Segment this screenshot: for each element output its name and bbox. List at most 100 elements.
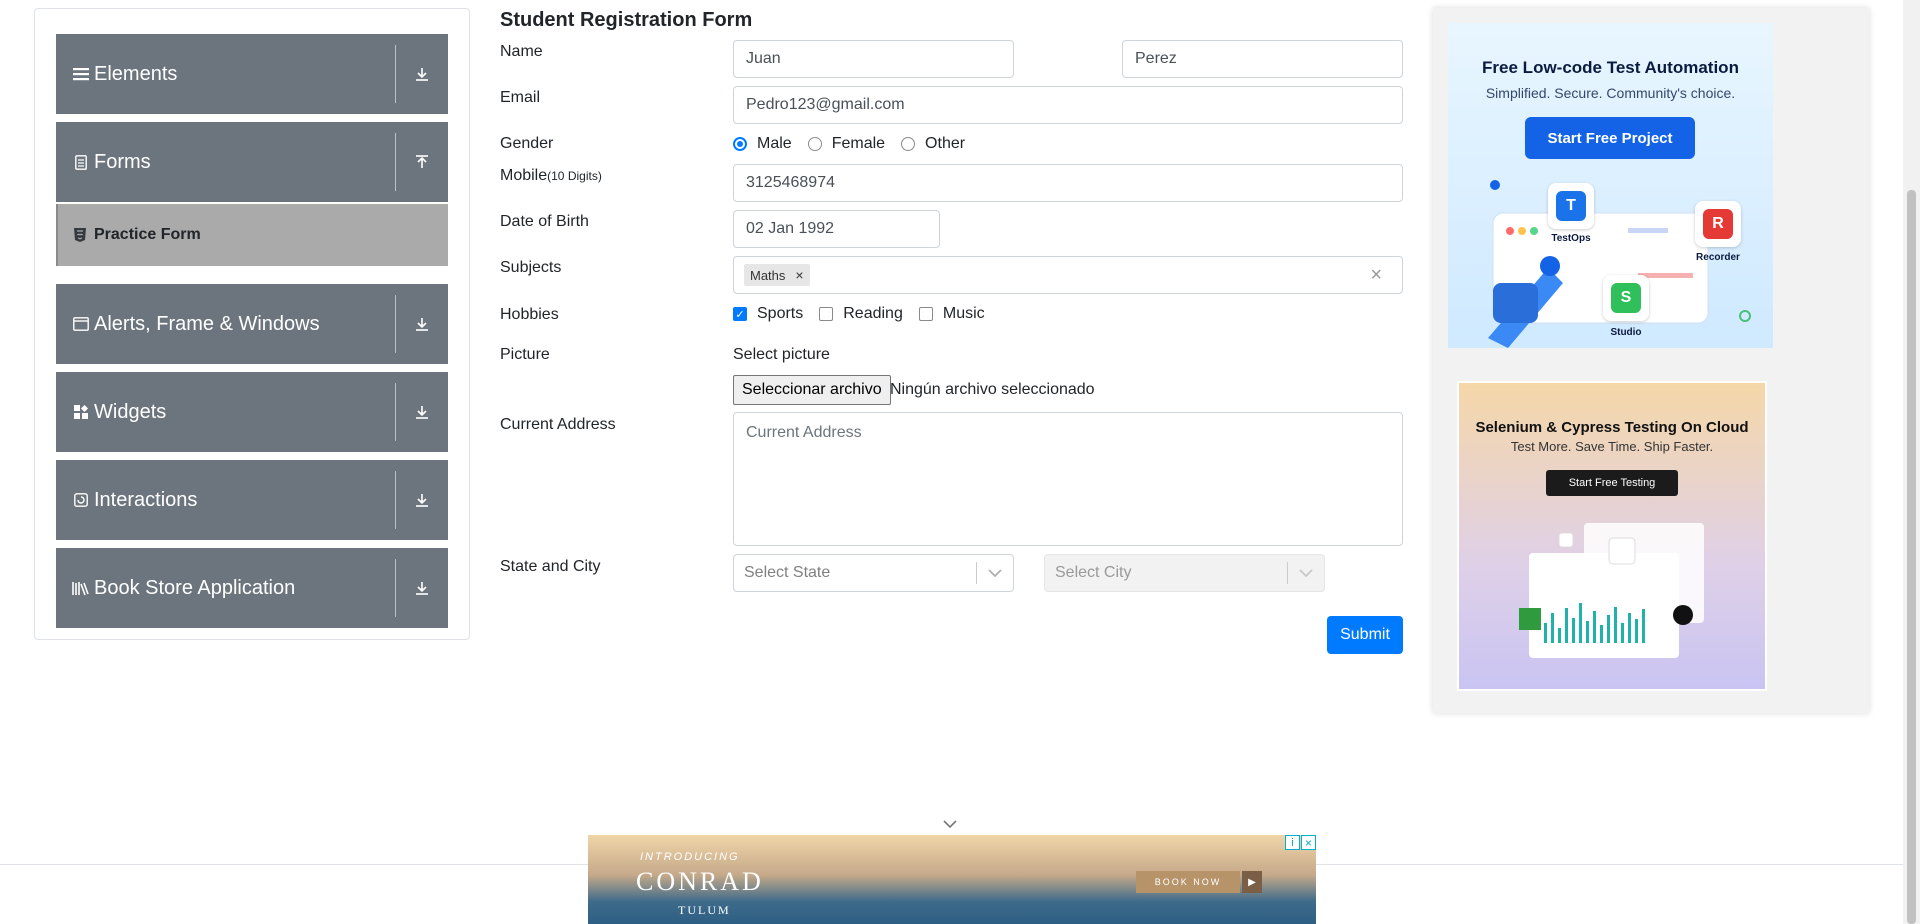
product-label: TestOps [1551,233,1591,244]
chevron-down-icon[interactable] [1288,568,1324,578]
select-picture-label: Select picture [733,346,830,363]
email-input[interactable]: Pedro123@gmail.com [733,86,1403,124]
html5-icon [74,228,86,242]
date-of-birth-input[interactable]: 02 Jan 1992 [733,210,940,248]
scrollbar-thumb[interactable] [1907,190,1916,924]
radio-label: Male [757,135,792,152]
clear-icon[interactable]: × [1370,264,1382,287]
play-icon[interactable]: ▶ [1242,871,1262,893]
registration-form: Student Registration Form Name Juan Pere… [500,0,1404,680]
state-select[interactable]: Select State [733,554,1014,592]
download-icon[interactable] [396,66,448,82]
current-address-textarea[interactable]: Current Address [733,412,1403,546]
email-label: Email [500,89,541,106]
state-city-label: State and City [500,558,601,575]
ad-subtext: Simplified. Secure. Community's choice. [1485,85,1736,101]
mobile-hint: (10 Digits) [547,169,602,183]
checkbox-label: Music [942,305,985,322]
hamburger-icon [72,65,90,83]
hobby-music-option[interactable]: Music [918,305,985,323]
katalon-ad[interactable]: Free Low-code Test Automation Simplified… [1448,23,1773,348]
download-icon[interactable] [396,404,448,420]
start-free-testing-button[interactable]: Start Free Testing [1546,470,1678,496]
mobile-input[interactable]: 3125468974 [733,164,1403,202]
close-icon[interactable]: × [1301,835,1316,850]
checkbox-label: Sports [757,305,804,322]
sidebar: Elements Forms Practice Form Alerts, Fra… [34,8,470,640]
ad-brand: CONRAD [636,867,764,896]
sidebar-group-label: Elements [94,62,178,85]
mobile-label-text: Mobile [500,167,548,184]
chip-remove-icon[interactable]: × [795,267,803,283]
sidebar-group-label: Interactions [94,488,198,511]
last-name-input[interactable]: Perez [1122,40,1403,78]
sidebar-group-label: Book Store Application [94,576,296,599]
sidebar-group-label: Forms [94,150,151,173]
gender-other-option[interactable]: Other [901,135,965,153]
checkbox-reading[interactable] [819,307,834,321]
sidebar-group-label: Alerts, Frame & Windows [94,312,320,335]
ad-headline: Selenium & Cypress Testing On Cloud [1475,419,1749,436]
checkbox-music[interactable] [918,307,933,321]
checkbox-sports[interactable]: ✓ [733,307,747,321]
sidebar-group-interactions[interactable]: Interactions [56,460,448,540]
city-select[interactable]: Select City [1044,554,1325,592]
download-icon[interactable] [396,580,448,596]
radio-male[interactable] [733,137,747,151]
choose-file-button[interactable]: Seleccionar archivo [733,375,891,405]
ad-sidebar: Free Low-code Test Automation Simplified… [1433,8,1869,713]
sidebar-item-label: Practice Form [94,226,201,243]
lambdatest-ad[interactable]: Selenium & Cypress Testing On Cloud Test… [1457,381,1767,691]
sidebar-group-forms[interactable]: Forms [56,122,448,202]
page-scrollbar[interactable] [1903,0,1920,924]
book-now-button[interactable]: BOOK NOW [1136,871,1240,893]
sidebar-item-practice-form[interactable]: Practice Form [56,204,448,266]
conrad-banner-ad[interactable]: INTRODUCING CONRAD TULUM BOOK NOW ▶ i × [588,835,1316,924]
studio-logo-icon: S [1603,275,1649,321]
ad-intro: INTRODUCING [640,851,740,863]
ad-info-icon[interactable]: i [1285,835,1300,850]
dob-label: Date of Birth [500,213,589,230]
hobby-reading-option[interactable]: Reading [819,305,903,323]
hobby-sports-option[interactable]: ✓ Sports [733,305,803,323]
radio-female[interactable] [807,137,822,151]
sidebar-group-elements[interactable]: Elements [56,34,448,114]
grid-icon [72,403,90,421]
radio-other[interactable] [901,137,916,151]
checkbox-label: Reading [843,305,903,322]
hobbies-label: Hobbies [500,306,559,323]
hobbies-options: ✓ Sports Reading Music [733,305,1001,323]
sidebar-group-bookstore[interactable]: Book Store Application [56,548,448,628]
chevron-down-icon[interactable] [942,818,958,830]
picture-label: Picture [500,346,550,363]
download-icon[interactable] [396,316,448,332]
radio-label: Female [831,135,886,152]
ad-subtext: Test More. Save Time. Ship Faster. [1510,439,1714,454]
subjects-input[interactable]: Maths × × [733,256,1403,294]
product-label: Recorder [1696,252,1740,263]
window-icon [72,315,90,333]
subject-chip: Maths × [744,264,810,286]
page-title: Student Registration Form [500,9,753,31]
gender-male-option[interactable]: Male [733,135,792,153]
download-icon[interactable] [396,492,448,508]
sidebar-group-widgets[interactable]: Widgets [56,372,448,452]
sidebar-group-alerts[interactable]: Alerts, Frame & Windows [56,284,448,364]
first-name-input[interactable]: Juan [733,40,1014,78]
radio-label: Other [925,135,966,152]
file-status: Ningún archivo seleccionado [890,381,1095,398]
submit-button[interactable]: Submit [1327,616,1403,654]
gender-female-option[interactable]: Female [807,135,886,153]
upload-icon[interactable] [396,154,448,170]
interaction-icon [72,491,90,509]
city-placeholder: Select City [1055,564,1132,581]
start-free-project-button[interactable]: Start Free Project [1525,117,1695,159]
state-placeholder: Select State [744,564,831,581]
subject-chip-label: Maths [750,267,786,283]
product-label: Studio [1610,327,1642,338]
document-icon [72,153,90,171]
chevron-down-icon[interactable] [977,568,1013,578]
mobile-label: Mobile(10 Digits) [500,167,602,185]
ad-location: TULUM [678,903,731,917]
books-icon [72,579,90,597]
